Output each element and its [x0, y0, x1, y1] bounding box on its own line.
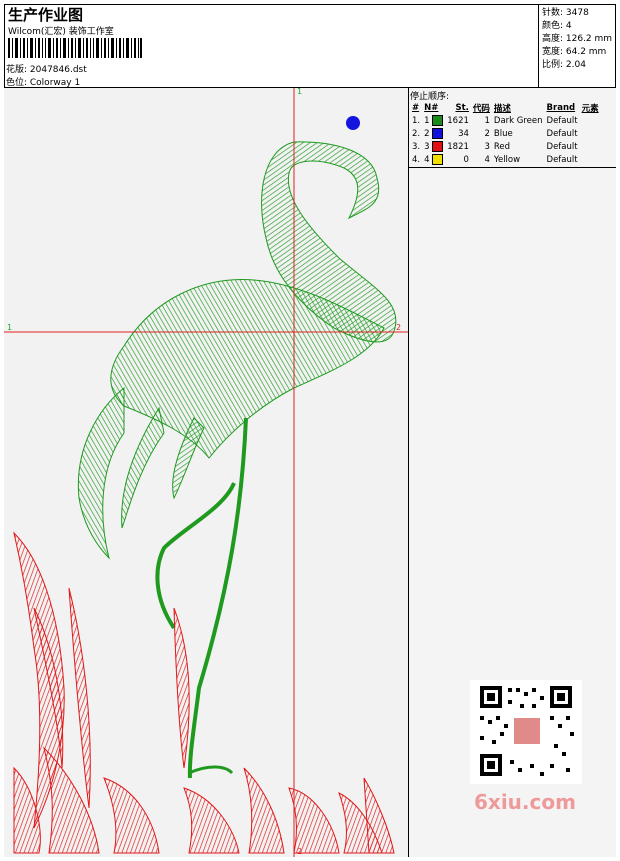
row-index: 4.	[412, 154, 421, 165]
row-brand: Default	[546, 128, 578, 139]
row-code: 2	[484, 128, 490, 139]
color-swatch	[432, 128, 444, 139]
flamingo-legs	[155, 417, 248, 779]
column-header: #	[412, 102, 420, 113]
row-index: 3.	[412, 141, 421, 152]
row-number: 3	[422, 140, 445, 153]
axis-label-right: 2	[396, 323, 402, 332]
table-row: 2. 2 34 2 Blue Default	[410, 127, 601, 140]
color-count: 颜色: 4	[542, 21, 572, 31]
worksheet-header: 生产作业图 Wilcom(汇宏) 装饰工作室 花版: 2047846.dst 色…	[4, 4, 539, 88]
row-stitches: 1821	[447, 141, 469, 152]
stop-sequence-table: # N# St. 代码 描述 Brand 元素 1. 1 1621 1 Dark…	[410, 101, 601, 166]
column-header: 元素	[581, 103, 599, 114]
table-divider	[409, 167, 616, 168]
row-stitches: 0	[463, 154, 469, 165]
axis-label-left: 1	[7, 323, 13, 332]
color-swatch	[432, 115, 444, 126]
row-description: Red	[493, 141, 511, 152]
row-code: 4	[484, 154, 490, 165]
color-swatch	[432, 141, 444, 152]
column-header: Brand	[546, 102, 576, 113]
red-grass	[13, 531, 395, 854]
row-description: Yellow	[493, 154, 521, 165]
qr-code-image	[470, 680, 582, 784]
row-index: 1.	[412, 115, 421, 126]
row-code: 3	[484, 141, 490, 152]
row-brand: Default	[546, 115, 578, 126]
column-header: 代码	[472, 103, 490, 114]
row-number: 1	[422, 114, 445, 127]
axis-label-top: 1	[297, 88, 303, 96]
row-description: Blue	[493, 128, 513, 139]
design-width: 宽度: 64.2 mm	[542, 47, 607, 57]
design-scale: 比例: 2.04	[542, 60, 586, 70]
row-index: 2.	[412, 128, 421, 139]
row-brand: Default	[546, 141, 578, 152]
table-row: 3. 3 1821 3 Red Default	[410, 140, 601, 153]
row-stitches: 34	[458, 128, 469, 139]
flamingo-body	[77, 279, 385, 560]
stats-panel: 针数: 3478 颜色: 4 高度: 126.2 mm 宽度: 64.2 mm …	[539, 4, 616, 88]
row-stitches: 1621	[447, 115, 469, 126]
design-file-label: 花版: 2047846.dst	[6, 65, 87, 75]
barcode-image	[8, 38, 142, 58]
page-title: 生产作业图	[8, 6, 84, 24]
stitch-count: 针数: 3478	[542, 8, 589, 18]
column-header: 描述	[493, 103, 511, 114]
row-description: Dark Green	[493, 115, 543, 126]
row-number: 4	[422, 153, 445, 166]
axis-label-bottom: 2	[297, 847, 303, 856]
color-swatch	[432, 154, 444, 165]
row-number: 2	[422, 127, 445, 140]
site-watermark: 6xiu.com	[474, 790, 576, 814]
table-row: 1. 1 1621 1 Dark Green Default	[410, 114, 601, 127]
colorway-label: 色位: Colorway 1	[6, 78, 81, 88]
table-row: 4. 4 0 4 Yellow Default	[410, 153, 601, 166]
company-name: Wilcom(汇宏) 装饰工作室	[8, 27, 114, 37]
row-code: 1	[484, 115, 490, 126]
design-preview: 1 1 2 2	[4, 88, 409, 857]
embroidery-drawing	[4, 88, 408, 857]
column-header: St.	[455, 102, 469, 113]
table-header-row: # N# St. 代码 描述 Brand 元素	[410, 101, 601, 114]
design-height: 高度: 126.2 mm	[542, 34, 613, 44]
flamingo-eye	[346, 116, 360, 130]
row-brand: Default	[546, 154, 578, 165]
column-header: N#	[424, 102, 439, 113]
